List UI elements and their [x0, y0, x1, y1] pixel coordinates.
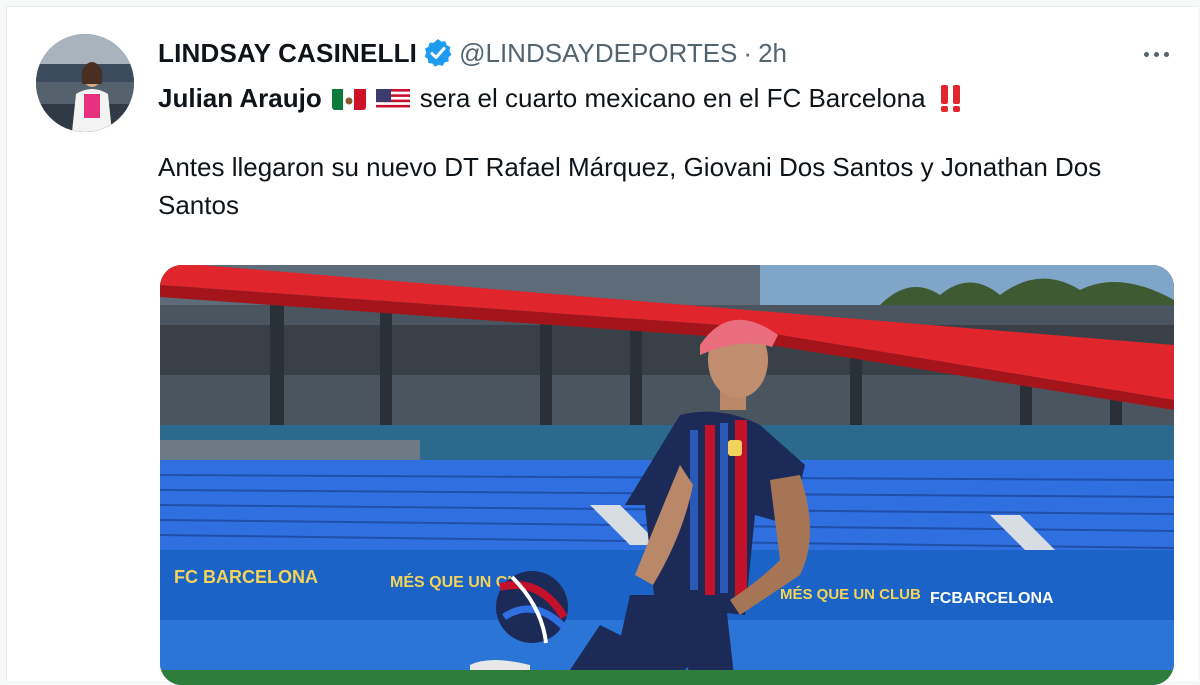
mexico-flag-icon: [331, 86, 366, 110]
banner-right-text: FCBARCELONA: [930, 590, 1054, 607]
mention-player-name: Julian Araujo: [158, 83, 322, 113]
tweet-line-1: Julian Araujo sera el cuarto mexicano en…: [158, 80, 1158, 116]
verified-badge-icon: [423, 38, 453, 68]
tweet-header: LINDSAY CASINELLI @LINDSAYDEPORTES · 2h: [158, 36, 1158, 70]
stadium-photo: FC BARCELONA MÉS QUE UN CLUB MÉS QUE UN …: [160, 265, 1174, 685]
banner-left-text: FC BARCELONA: [174, 567, 318, 587]
avatar-photo: [36, 34, 134, 132]
banner-mid2-text: MÉS QUE UN CLUB: [780, 586, 921, 603]
avatar[interactable]: [36, 34, 134, 132]
tweet-content: LINDSAY CASINELLI @LINDSAYDEPORTES · 2h …: [158, 36, 1158, 224]
double-exclamation-icon: [938, 83, 964, 113]
tweet-media-image[interactable]: FC BARCELONA MÉS QUE UN CLUB MÉS QUE UN …: [160, 265, 1174, 685]
soccer-ball: [496, 571, 568, 644]
tweet-timestamp[interactable]: 2h: [758, 38, 787, 69]
header-separator: ·: [743, 37, 753, 68]
author-name[interactable]: LINDSAY CASINELLI: [158, 38, 417, 69]
us-flag-icon: [375, 86, 410, 110]
tweet-line-1-text: sera el cuarto mexicano en el FC Barcelo…: [419, 83, 926, 113]
author-handle[interactable]: @LINDSAYDEPORTES: [459, 38, 737, 69]
more-options-icon[interactable]: [1138, 36, 1174, 72]
tweet-paragraph: Antes llegaron su nuevo DT Rafael Márque…: [158, 152, 1102, 220]
